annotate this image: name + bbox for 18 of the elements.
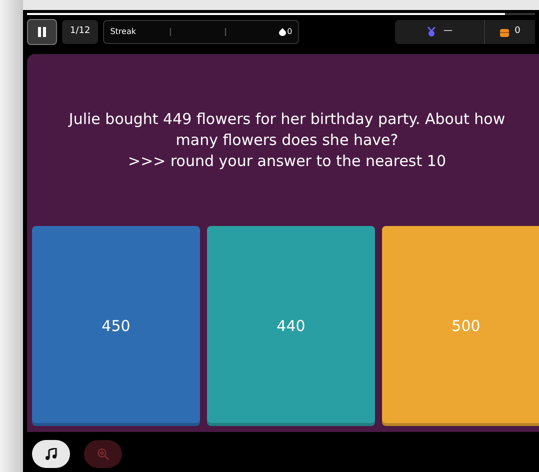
question-text: Julie bought 449 flowers for her birthday party. About how many flowers does she have? — [67, 108, 506, 150]
answer-option[interactable]: 450 — [32, 226, 200, 426]
answer-option[interactable]: 500 — [382, 226, 539, 426]
question-hint: >>> round your answer to the nearest 10 — [128, 150, 446, 172]
pause-icon — [37, 27, 47, 37]
answer-option[interactable]: 440 — [207, 226, 375, 426]
flame-icon — [279, 28, 286, 36]
medal-value: — — [444, 25, 452, 38]
streak-label: Streak — [110, 26, 138, 38]
music-note-icon — [45, 448, 57, 460]
music-button[interactable] — [32, 440, 70, 468]
streak-count: 0 — [287, 26, 292, 38]
coin-count: 0 — [514, 25, 520, 38]
zoom-icon — [97, 448, 109, 460]
question-counter: 1/12 — [62, 20, 98, 44]
pause-button[interactable] — [27, 19, 57, 45]
medal-icon — [426, 27, 436, 37]
treasure-chest-icon — [500, 28, 509, 36]
